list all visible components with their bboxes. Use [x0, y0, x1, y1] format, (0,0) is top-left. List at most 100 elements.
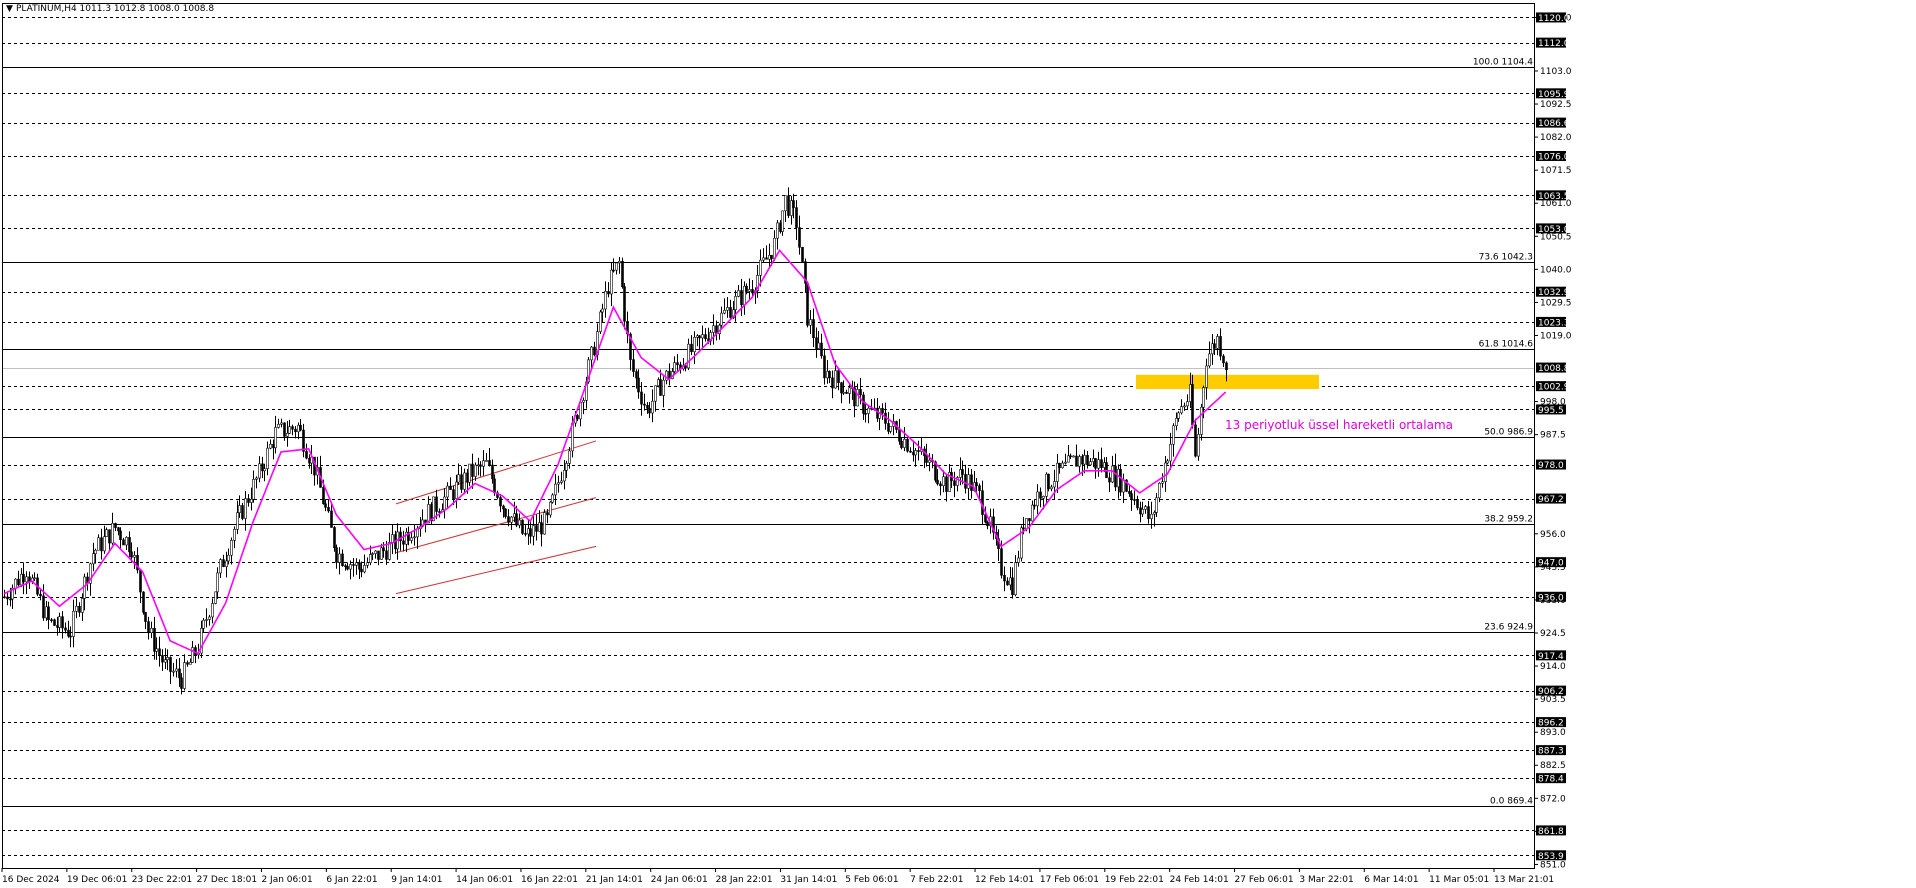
- candle-body: [39, 593, 42, 597]
- candle-body: [1042, 496, 1045, 499]
- candle-body: [382, 547, 385, 552]
- candle-body: [925, 455, 928, 463]
- candle-body: [58, 616, 61, 628]
- candle-body: [1022, 527, 1025, 530]
- candle-body: [1158, 482, 1161, 499]
- candle-body: [693, 336, 696, 353]
- candle-body: [78, 605, 81, 613]
- candle-body: [147, 621, 150, 634]
- symbol-header: ▼ PLATINUM,H4 1011.3 1012.8 1008.0 1008.…: [6, 4, 214, 14]
- candle-body: [244, 498, 247, 519]
- y-tick-label-20: 872.0: [1540, 794, 1566, 804]
- x-tick-label-13: 5 Feb 06:01: [845, 875, 898, 885]
- candle-body: [122, 539, 125, 546]
- candle-body: [186, 662, 189, 665]
- candle-body: [881, 408, 884, 414]
- candle-body: [914, 450, 917, 456]
- price-tag-20: 878.4: [1538, 775, 1564, 785]
- candle-body: [363, 565, 366, 573]
- candle-body: [601, 308, 604, 313]
- candle-body: [540, 522, 543, 535]
- candle-body: [1097, 459, 1100, 469]
- candle-body: [130, 551, 133, 558]
- candle-body: [964, 474, 967, 489]
- candle-body: [590, 346, 593, 361]
- candle-body: [341, 553, 344, 566]
- candle-body: [75, 605, 78, 612]
- candle-body: [898, 429, 901, 442]
- ema-annotation: 13 periyotluk üssel hareketli ortalama: [1225, 418, 1453, 432]
- candle-body: [568, 450, 571, 464]
- candle-body: [468, 463, 471, 483]
- y-tick-label-18: 893.0: [1540, 728, 1566, 738]
- candle-body: [238, 505, 241, 513]
- candle-body: [1208, 353, 1211, 367]
- candle-body: [831, 377, 834, 389]
- candle-body: [864, 413, 867, 415]
- candle-body: [460, 474, 463, 490]
- candle-body: [277, 423, 280, 428]
- candle-body: [1108, 477, 1111, 483]
- candle-body: [446, 485, 449, 498]
- zone-rect: [1136, 374, 1319, 389]
- candle-body: [33, 577, 36, 580]
- candle-body: [1053, 481, 1056, 488]
- candle-body: [801, 247, 804, 262]
- price-tag-5: 1063.5: [1538, 192, 1570, 202]
- candle-body: [867, 407, 870, 414]
- candle: [1020, 525, 1023, 562]
- candle-body: [377, 550, 380, 560]
- price-tag-1: 1112.0: [1538, 39, 1570, 49]
- candle-body: [250, 498, 253, 503]
- candle-body: [1000, 548, 1003, 576]
- y-tick-label-22: 851.0: [1540, 860, 1566, 870]
- fib-label-0: 100.0 1104.4: [1473, 58, 1533, 68]
- candle-body: [252, 479, 255, 500]
- candle-body: [491, 464, 494, 480]
- candle-body: [828, 371, 831, 379]
- x-tick-label-11: 28 Jan 22:01: [716, 875, 773, 885]
- candle-body: [455, 481, 458, 499]
- candle-body: [1081, 456, 1084, 465]
- candle-body: [410, 537, 413, 541]
- price-chart[interactable]: 100.0 1104.4 73.6 1042.3 61.8 1014.6 50.0 9…: [0, 0, 1916, 888]
- candle-body: [1177, 412, 1180, 419]
- candle-body: [1056, 462, 1059, 482]
- chart-window[interactable]: 100.0 1104.4 73.6 1042.3 61.8 1014.6 50.0 9…: [0, 0, 1916, 888]
- candle-body: [214, 591, 217, 604]
- candle-body: [1150, 513, 1153, 519]
- candle-body: [219, 559, 222, 574]
- candle-body: [840, 382, 843, 394]
- candle-body: [1047, 473, 1050, 490]
- candle-body: [1036, 491, 1039, 507]
- candle-body: [1045, 473, 1048, 497]
- candle-body: [1205, 365, 1208, 388]
- candle-body: [975, 482, 978, 486]
- candle-body: [352, 564, 355, 566]
- candle-body: [809, 319, 812, 326]
- candle-body: [1189, 384, 1192, 402]
- candle-body: [330, 510, 333, 528]
- candle: [241, 502, 244, 521]
- x-tick-label-5: 6 Jan 22:01: [326, 875, 377, 885]
- candle-body: [862, 394, 865, 414]
- candle-body: [621, 260, 624, 287]
- candle-body: [355, 562, 358, 566]
- candle-body: [111, 523, 114, 544]
- candle-body: [557, 482, 560, 485]
- candle-body: [205, 619, 208, 621]
- candle-body: [507, 516, 510, 523]
- y-tick-label-4: 1071.5: [1540, 166, 1572, 176]
- candle-body: [1191, 384, 1194, 426]
- x-tick-label-22: 11 Mar 05:01: [1429, 875, 1489, 885]
- candle-body: [358, 562, 361, 570]
- candle-body: [435, 496, 438, 512]
- candle-body: [482, 460, 485, 467]
- y-tick-label-7: 1040.0: [1540, 265, 1572, 275]
- price-tag-19: 887.3: [1538, 747, 1564, 757]
- candle-body: [510, 516, 513, 523]
- candle-body: [856, 389, 859, 407]
- candle-body: [322, 487, 325, 505]
- candle-body: [1186, 401, 1189, 407]
- candle-body: [371, 553, 374, 555]
